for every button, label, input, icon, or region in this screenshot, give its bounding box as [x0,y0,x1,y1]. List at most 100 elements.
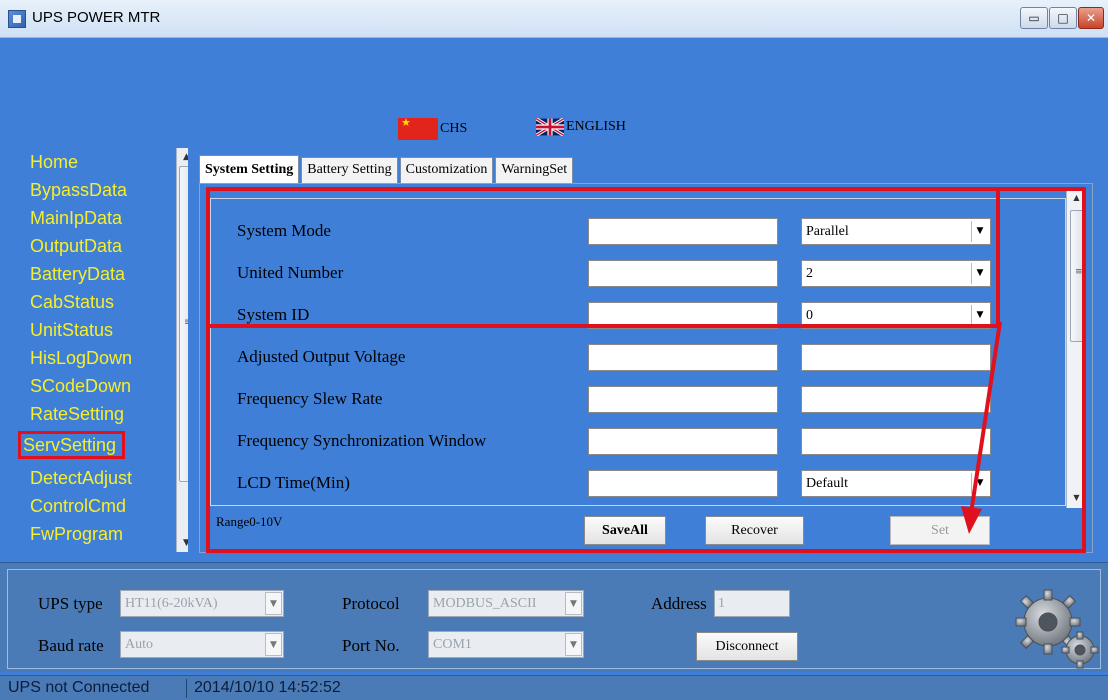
sidebar-item-controlcmd[interactable]: ControlCmd [30,492,126,520]
ups-type-select[interactable]: HT11(6-20kVA) ▼ [120,590,284,617]
settings-tabs: System Setting Battery Setting Customiza… [199,155,575,185]
baud-rate-select[interactable]: Auto ▼ [120,631,284,658]
status-bar: UPS not Connected 2014/10/10 14:52:52 [0,675,1108,700]
frequency-sync-window-value-field[interactable] [588,428,778,455]
minimize-icon: ▭ [1028,11,1040,25]
united-number-selected: 2 [806,266,813,281]
grip-icon: ≡ [1075,267,1083,277]
address-label: Address [651,594,707,613]
system-mode-value-field[interactable] [588,218,778,245]
scroll-up-icon[interactable]: ▲ [1067,190,1086,206]
close-icon: ✕ [1085,11,1097,25]
sidebar-nav: Home BypassData MainIpData OutputData Ba… [12,148,188,552]
gears-icon [1015,589,1099,669]
frequency-slew-rate-value-field[interactable] [588,386,778,413]
sidebar-item-batterydata[interactable]: BatteryData [30,260,125,288]
connection-panel: UPS type HT11(6-20kVA) ▼ Protocol MODBUS… [0,562,1108,672]
protocol-selected: MODBUS_ASCII [433,596,537,611]
united-number-value-field[interactable] [588,260,778,287]
baud-rate-label: Baud rate [38,636,104,655]
system-mode-select[interactable]: Parallel ▼ [801,218,991,245]
sidebar-item-ratesetting[interactable]: RateSetting [30,400,124,428]
chevron-down-icon: ▼ [971,263,988,284]
scroll-down-icon[interactable]: ▼ [1067,490,1086,506]
tab-customization[interactable]: Customization [399,157,494,183]
language-english[interactable]: ENGLISH [536,118,626,136]
scroll-up-icon[interactable]: ▲ [177,148,188,166]
lcd-time-select[interactable]: Default ▼ [801,470,991,497]
lcd-time-value-field[interactable] [588,470,778,497]
system-mode-selected: Parallel [806,224,849,239]
sidebar-item-scodedown[interactable]: SCodeDown [30,372,131,400]
ups-type-selected: HT11(6-20kVA) [125,596,218,611]
sidebar-item-fwprogram[interactable]: FwProgram [30,520,123,548]
label-system-mode: System Mode [237,221,331,240]
lcd-time-selected: Default [806,476,848,491]
language-label-chs: CHS [440,121,468,136]
language-chs[interactable]: CHS [398,116,468,140]
chevron-down-icon: ▼ [971,473,988,494]
sidebar-item-detectadjust[interactable]: DetectAdjust [30,464,132,492]
sidebar-item-hislogdown[interactable]: HisLogDown [30,344,132,372]
range-hint: Range0-10V [216,514,283,529]
label-lcd-time: LCD Time(Min) [237,473,350,492]
chevron-down-icon: ▼ [971,305,988,326]
settings-scroll-thumb[interactable]: ≡ [1070,210,1084,342]
grip-icon: ≡ [184,317,188,328]
adjusted-output-voltage-value-field[interactable] [588,344,778,371]
port-select[interactable]: COM1 ▼ [428,631,584,658]
scroll-down-icon[interactable]: ▼ [177,534,188,552]
system-id-select[interactable]: 0 ▼ [801,302,991,329]
ups-type-label: UPS type [38,594,103,613]
status-timestamp: 2014/10/10 14:52:52 [194,679,341,696]
set-button[interactable]: Set [890,516,990,545]
united-number-select[interactable]: 2 ▼ [801,260,991,287]
sidebar-item-bypassdata[interactable]: BypassData [30,176,127,204]
baud-rate-selected: Auto [125,637,153,652]
system-id-selected: 0 [806,308,813,323]
disconnect-button[interactable]: Disconnect [696,632,798,661]
china-flag-icon [398,116,438,140]
system-setting-panel: System Mode Parallel ▼ United Number 2 ▼… [199,183,1093,553]
settings-scrollbar[interactable]: ▲ ≡ ▼ [1066,190,1086,508]
chevron-down-icon: ▼ [265,633,282,656]
uk-flag-icon [536,118,564,136]
sidebar-scroll-thumb[interactable]: ≡ [179,166,188,482]
chevron-down-icon: ▼ [971,221,988,242]
tab-system-setting[interactable]: System Setting [199,155,300,185]
tab-warningset[interactable]: WarningSet [495,157,574,183]
sidebar-item-outputdata[interactable]: OutputData [30,232,122,260]
sidebar-scrollbar[interactable]: ▲ ≡ ▼ [176,148,188,552]
language-label-english: ENGLISH [566,119,626,134]
sidebar-item-home[interactable]: Home [30,148,78,176]
maximize-button[interactable]: □ [1049,7,1077,29]
status-divider [186,679,187,698]
app-icon [8,10,26,28]
title-bar: UPS POWER MTR ▭ □ ✕ [0,0,1108,38]
save-all-button[interactable]: SaveAll [584,516,666,545]
label-adjusted-output-voltage: Adjusted Output Voltage [237,347,406,366]
label-united-number: United Number [237,263,344,282]
close-button[interactable]: ✕ [1078,7,1104,29]
label-frequency-sync-window: Frequency Synchronization Window [237,431,487,450]
recover-button[interactable]: Recover [705,516,804,545]
system-id-value-field[interactable] [588,302,778,329]
chevron-down-icon: ▼ [565,633,582,656]
sidebar-item-servsetting[interactable]: ServSetting [18,431,126,459]
minimize-button[interactable]: ▭ [1020,7,1048,29]
protocol-select[interactable]: MODBUS_ASCII ▼ [428,590,584,617]
protocol-label: Protocol [342,594,400,613]
chevron-down-icon: ▼ [265,592,282,615]
sidebar-item-mainipdata[interactable]: MainIpData [30,204,122,232]
sidebar-item-unitstatus[interactable]: UnitStatus [30,316,113,344]
tab-battery-setting[interactable]: Battery Setting [301,157,398,183]
frequency-slew-rate-setting-field[interactable] [801,386,991,413]
label-system-id: System ID [237,305,310,324]
port-selected: COM1 [433,637,472,652]
address-field[interactable]: 1 [714,590,790,617]
sidebar-item-cabstatus[interactable]: CabStatus [30,288,114,316]
adjusted-output-voltage-setting-field[interactable] [801,344,991,371]
connection-group: UPS type HT11(6-20kVA) ▼ Protocol MODBUS… [7,569,1101,669]
frequency-sync-window-setting-field[interactable] [801,428,991,455]
port-label: Port No. [342,636,400,655]
